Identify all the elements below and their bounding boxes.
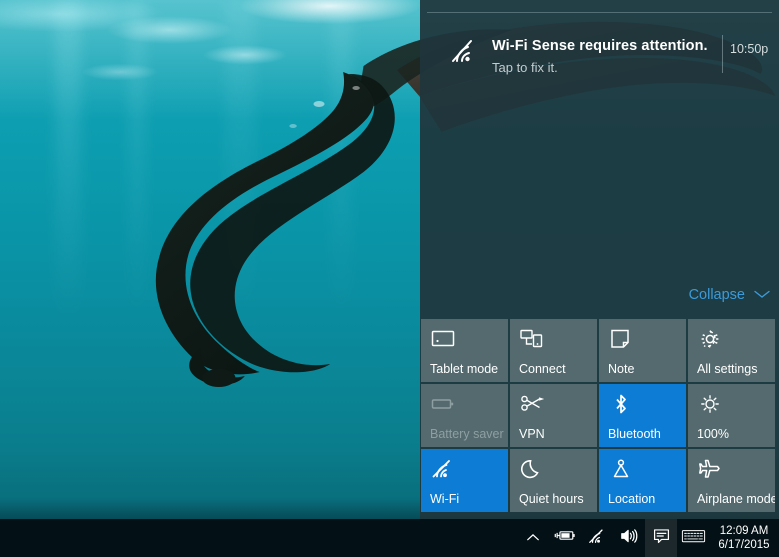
- wifi-icon: [430, 457, 456, 481]
- quick-action-label: Bluetooth: [608, 427, 661, 441]
- quick-action-label: Connect: [519, 362, 566, 376]
- wifi-sense-icon: [450, 38, 480, 64]
- quick-action-label: Location: [608, 492, 656, 506]
- quick-action-brightness[interactable]: 100%: [688, 384, 775, 447]
- airplane-icon: [697, 457, 723, 481]
- volume-button[interactable]: [613, 519, 645, 557]
- notification-divider: [722, 35, 723, 73]
- quick-action-label: Wi-Fi: [430, 492, 460, 506]
- brightness-icon: [697, 392, 723, 416]
- clock-date: 6/17/2015: [718, 539, 770, 551]
- wifi-icon: [587, 527, 607, 550]
- clock[interactable]: 12:09 AM 6/17/2015: [709, 519, 779, 557]
- desktop-screen: Wi-Fi Sense requires attention. Tap to f…: [0, 0, 779, 557]
- speaker-icon: [619, 527, 639, 550]
- system-tray: 12:09 AM 6/17/2015: [517, 519, 779, 557]
- quick-action-label: All settings: [697, 362, 758, 376]
- light-shaft: [225, 0, 255, 519]
- gear-icon: [697, 327, 723, 351]
- action-center-icon: [652, 527, 671, 550]
- clock-time: 12:09 AM: [719, 525, 769, 537]
- chevron-up-icon: [526, 529, 540, 547]
- notification-item[interactable]: Wi-Fi Sense requires attention. Tap to f…: [420, 15, 779, 75]
- collapse-label: Collapse: [688, 287, 745, 303]
- bluetooth-icon: [608, 392, 634, 416]
- tablet-mode-icon: [430, 327, 456, 351]
- battery-status-button[interactable]: [549, 519, 581, 557]
- quick-action-label: VPN: [519, 427, 545, 441]
- taskbar: 12:09 AM 6/17/2015: [0, 519, 779, 557]
- connect-icon: [519, 327, 545, 351]
- quick-action-label: 100%: [697, 427, 729, 441]
- quick-action-label: Battery saver: [430, 427, 504, 441]
- quick-action-tablet-mode[interactable]: Tablet mode: [421, 319, 508, 382]
- quick-action-all-settings[interactable]: All settings: [688, 319, 775, 382]
- vpn-icon: [519, 392, 545, 416]
- note-icon: [608, 327, 634, 351]
- network-button[interactable]: [581, 519, 613, 557]
- notification-title: Wi-Fi Sense requires attention.: [492, 38, 708, 54]
- touch-keyboard-button[interactable]: [677, 519, 709, 557]
- quick-actions-grid: Tablet mode Connect Note All settings Ba…: [421, 319, 779, 512]
- location-icon: [608, 457, 634, 481]
- light-shaft: [330, 0, 352, 519]
- moon-icon: [519, 457, 545, 481]
- light-shaft: [55, 0, 81, 519]
- quick-action-airplane-mode[interactable]: Airplane mode: [688, 449, 775, 512]
- quick-action-connect[interactable]: Connect: [510, 319, 597, 382]
- quick-action-location[interactable]: Location: [599, 449, 686, 512]
- notification-subtitle: Tap to fix it.: [492, 60, 558, 75]
- keyboard-icon: [681, 528, 706, 549]
- collapse-button[interactable]: Collapse: [689, 286, 771, 304]
- quick-action-vpn[interactable]: VPN: [510, 384, 597, 447]
- light-shaft: [128, 0, 146, 519]
- battery-icon: [430, 392, 456, 416]
- quick-action-battery-saver[interactable]: Battery saver: [421, 384, 508, 447]
- quick-action-note[interactable]: Note: [599, 319, 686, 382]
- action-center-panel: Wi-Fi Sense requires attention. Tap to f…: [420, 0, 779, 519]
- quick-action-bluetooth[interactable]: Bluetooth: [599, 384, 686, 447]
- battery-charging-icon: [554, 528, 576, 548]
- quick-action-quiet-hours[interactable]: Quiet hours: [510, 449, 597, 512]
- quick-action-label: Quiet hours: [519, 492, 584, 506]
- action-center-button[interactable]: [645, 519, 677, 557]
- notification-timestamp: 10:50p: [730, 42, 769, 56]
- quick-action-wifi[interactable]: Wi-Fi: [421, 449, 508, 512]
- action-center-top-divider: [427, 12, 772, 13]
- quick-action-label: Tablet mode: [430, 362, 499, 376]
- quick-action-label: Airplane mode: [697, 492, 775, 506]
- quick-action-label: Note: [608, 362, 635, 376]
- chevron-down-icon: [753, 286, 771, 304]
- show-hidden-icons-button[interactable]: [517, 519, 549, 557]
